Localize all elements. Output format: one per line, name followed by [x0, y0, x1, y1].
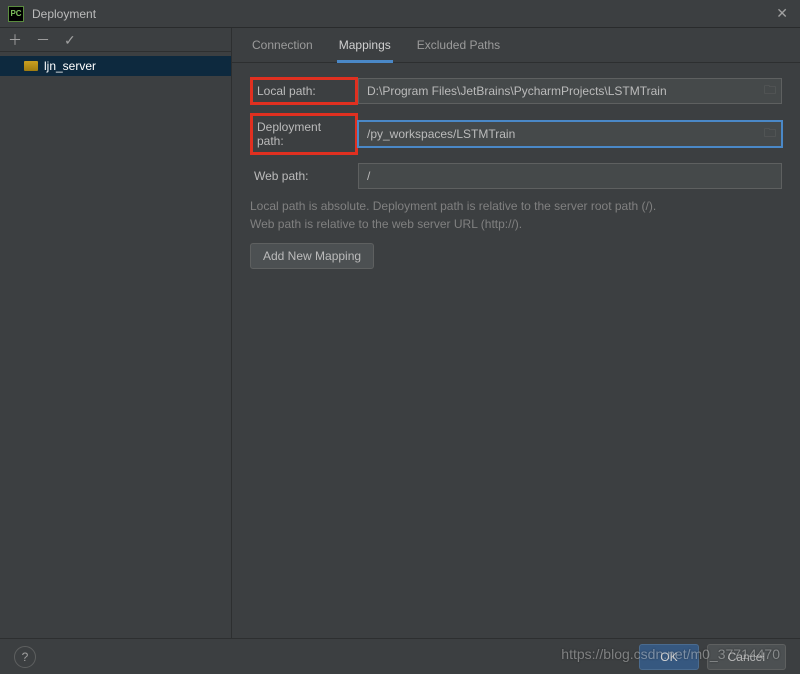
tab-connection[interactable]: Connection: [250, 38, 315, 62]
help-icon[interactable]: ?: [14, 646, 36, 668]
web-path-row: Web path:: [250, 163, 782, 189]
server-icon: [24, 61, 38, 71]
ok-button[interactable]: OK: [639, 644, 698, 670]
tab-mappings[interactable]: Mappings: [337, 38, 393, 63]
deployment-path-label: Deployment path:: [250, 113, 358, 155]
deployment-path-input[interactable]: [359, 122, 759, 146]
app-icon: PC: [8, 6, 24, 22]
check-icon[interactable]: ✓: [64, 33, 76, 47]
mappings-form: Local path: 🗀 Deployment path: 🗀 Web pat…: [232, 63, 800, 283]
tab-excluded-paths[interactable]: Excluded Paths: [415, 38, 502, 62]
local-path-row: Local path: 🗀: [250, 77, 782, 105]
close-icon[interactable]: ✕: [772, 5, 792, 22]
title-bar: PC Deployment ✕: [0, 0, 800, 28]
deployment-path-field-wrap: 🗀: [358, 121, 782, 147]
add-icon[interactable]: ＋: [8, 33, 22, 47]
local-path-input[interactable]: [359, 79, 759, 103]
folder-icon[interactable]: 🗀: [759, 124, 781, 145]
server-list: ljn_server: [0, 52, 231, 80]
server-item[interactable]: ljn_server: [0, 56, 231, 76]
cancel-button[interactable]: Cancel: [707, 644, 786, 670]
deployment-path-row: Deployment path: 🗀: [250, 113, 782, 155]
dialog-footer: ? OK Cancel: [0, 638, 800, 674]
sidebar-toolbar: ＋ － ✓: [0, 28, 231, 52]
web-path-label: Web path:: [250, 165, 358, 187]
main-panel: Connection Mappings Excluded Paths Local…: [232, 28, 800, 638]
local-path-label: Local path:: [250, 77, 358, 105]
help-text: Local path is absolute. Deployment path …: [250, 197, 782, 233]
add-new-mapping-button[interactable]: Add New Mapping: [250, 243, 374, 269]
sidebar: ＋ － ✓ ljn_server: [0, 28, 232, 638]
local-path-field-wrap: 🗀: [358, 78, 782, 104]
folder-icon[interactable]: 🗀: [759, 81, 781, 102]
help-line-1: Local path is absolute. Deployment path …: [250, 199, 656, 213]
remove-icon[interactable]: －: [36, 33, 50, 47]
tab-bar: Connection Mappings Excluded Paths: [232, 28, 800, 63]
server-name: ljn_server: [44, 59, 96, 73]
web-path-field-wrap: [358, 163, 782, 189]
window-title: Deployment: [32, 7, 96, 21]
web-path-input[interactable]: [359, 164, 781, 188]
help-line-2: Web path is relative to the web server U…: [250, 217, 522, 231]
